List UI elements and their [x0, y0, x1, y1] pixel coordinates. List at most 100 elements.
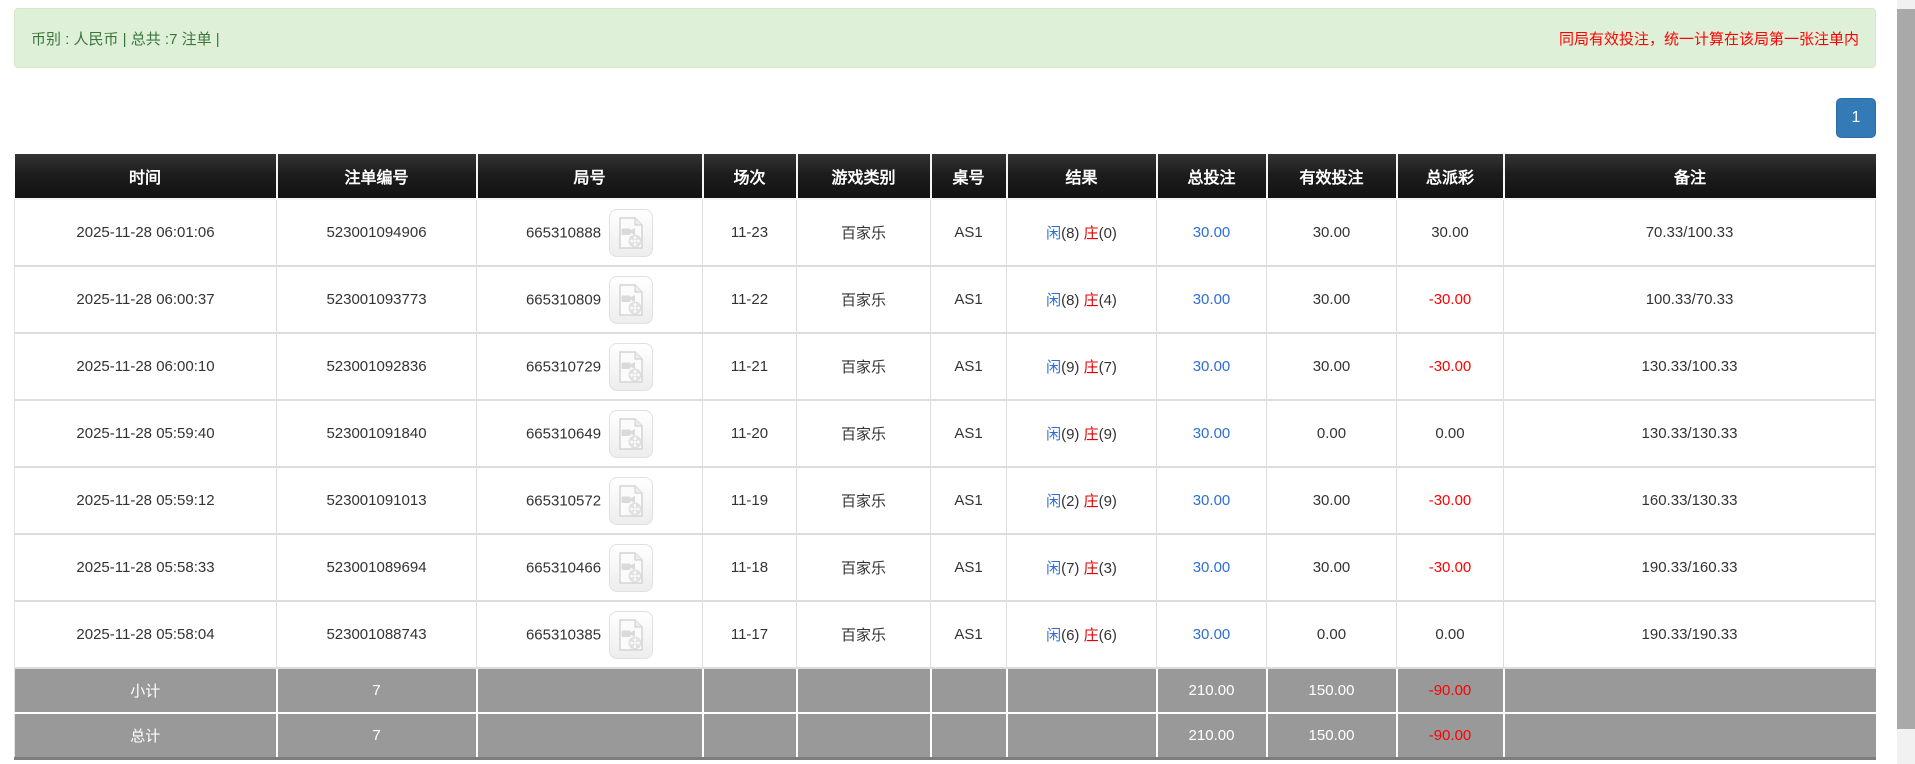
- cell-result: 闲(8) 庄(4): [1007, 266, 1157, 333]
- cell-bet-id: 523001088743: [277, 601, 477, 668]
- cell-payout: -30.00: [1397, 266, 1504, 333]
- cell-payout: -30.00: [1397, 467, 1504, 534]
- cell-total-bet: 30.00: [1157, 400, 1267, 467]
- total-bet-link[interactable]: 30.00: [1193, 358, 1231, 375]
- column-header-session: 场次: [703, 154, 797, 199]
- video-replay-button[interactable]: [609, 611, 653, 659]
- cell-remark: 190.33/190.33: [1504, 601, 1876, 668]
- result-banker-score: (9): [1099, 493, 1117, 510]
- cell-session: 11-18: [703, 534, 797, 601]
- cell-game-type: 百家乐: [797, 400, 931, 467]
- cell-valid-bet: 30.00: [1267, 199, 1397, 266]
- cell-bet-id: 523001089694: [277, 534, 477, 601]
- result-banker-label: 庄: [1084, 292, 1099, 309]
- video-file-icon: [617, 418, 645, 450]
- total-bet-link[interactable]: 30.00: [1193, 492, 1231, 509]
- cell-table-no: AS1: [931, 534, 1007, 601]
- cell-session: 11-19: [703, 467, 797, 534]
- table-row: 2025-11-28 06:00:37523001093773665310809…: [15, 266, 1876, 333]
- total-row-empty: [477, 713, 703, 758]
- cell-payout: 0.00: [1397, 400, 1504, 467]
- column-header-table-no: 桌号: [931, 154, 1007, 199]
- video-file-icon: [617, 284, 645, 316]
- cell-game-type: 百家乐: [797, 266, 931, 333]
- video-replay-button[interactable]: [609, 477, 653, 525]
- cell-bet-id: 523001094906: [277, 199, 477, 266]
- cell-game-type: 百家乐: [797, 601, 931, 668]
- subtotal-row-total-bet: 210.00: [1157, 668, 1267, 713]
- column-header-time: 时间: [15, 154, 277, 199]
- banner-notice-text: 同局有效投注，统一计算在该局第一张注单内: [1559, 28, 1859, 49]
- table-row: 2025-11-28 05:59:12523001091013665310572…: [15, 467, 1876, 534]
- cell-session: 11-17: [703, 601, 797, 668]
- column-header-result: 结果: [1007, 154, 1157, 199]
- result-player-score: (2): [1061, 493, 1084, 510]
- video-replay-button[interactable]: [609, 209, 653, 257]
- cell-result: 闲(9) 庄(9): [1007, 400, 1157, 467]
- table-row: 2025-11-28 06:00:10523001092836665310729…: [15, 333, 1876, 400]
- video-replay-button[interactable]: [609, 410, 653, 458]
- cell-time: 2025-11-28 05:58:33: [15, 534, 277, 601]
- result-player-label: 闲: [1046, 426, 1061, 443]
- result-banker-score: (9): [1099, 426, 1117, 443]
- subtotal-row-payout: -90.00: [1397, 668, 1504, 713]
- result-banker-score: (0): [1099, 225, 1117, 242]
- content-area: 币别 : 人民币 | 总共 :7 注单 | 同局有效投注，统一计算在该局第一张注…: [14, 8, 1876, 760]
- video-replay-button[interactable]: [609, 544, 653, 592]
- video-replay-button[interactable]: [609, 343, 653, 391]
- cell-remark: 160.33/130.33: [1504, 467, 1876, 534]
- table-row: 2025-11-28 05:59:40523001091840665310649…: [15, 400, 1876, 467]
- video-replay-button[interactable]: [609, 276, 653, 324]
- total-row-empty: [1007, 713, 1157, 758]
- round-id-text: 665310888: [526, 224, 601, 241]
- bet-records-page: 币别 : 人民币 | 总共 :7 注单 | 同局有效投注，统一计算在该局第一张注…: [0, 0, 1915, 764]
- total-bet-link[interactable]: 30.00: [1193, 626, 1231, 643]
- total-bet-link[interactable]: 30.00: [1193, 559, 1231, 576]
- cell-payout: -30.00: [1397, 534, 1504, 601]
- cell-valid-bet: 0.00: [1267, 400, 1397, 467]
- cell-valid-bet: 30.00: [1267, 333, 1397, 400]
- total-row-count: 7: [277, 713, 477, 758]
- cell-remark: 70.33/100.33: [1504, 199, 1876, 266]
- result-player-label: 闲: [1046, 493, 1061, 510]
- table-row: 2025-11-28 06:01:06523001094906665310888…: [15, 199, 1876, 266]
- total-bet-link[interactable]: 30.00: [1193, 291, 1231, 308]
- round-id-text: 665310385: [526, 626, 601, 643]
- cell-remark: 130.33/130.33: [1504, 400, 1876, 467]
- cell-payout: 30.00: [1397, 199, 1504, 266]
- round-id-text: 665310649: [526, 425, 601, 442]
- result-player-score: (8): [1061, 292, 1084, 309]
- result-banker-label: 庄: [1084, 560, 1099, 577]
- cell-table-no: AS1: [931, 400, 1007, 467]
- result-player-label: 闲: [1046, 292, 1061, 309]
- column-header-remark: 备注: [1504, 154, 1876, 199]
- result-banker-label: 庄: [1084, 359, 1099, 376]
- result-banker-label: 庄: [1084, 225, 1099, 242]
- scrollbar-thumb[interactable]: [1897, 9, 1915, 729]
- total-bet-link[interactable]: 30.00: [1193, 425, 1231, 442]
- page-button-1[interactable]: 1: [1836, 98, 1876, 138]
- result-player-score: (6): [1061, 627, 1084, 644]
- cell-session: 11-23: [703, 199, 797, 266]
- result-banker-score: (4): [1099, 292, 1117, 309]
- total-row: 总计7210.00150.00-90.00: [15, 713, 1876, 758]
- total-row-empty: [797, 713, 931, 758]
- cell-time: 2025-11-28 06:00:10: [15, 333, 277, 400]
- cell-game-type: 百家乐: [797, 534, 931, 601]
- cell-result: 闲(2) 庄(9): [1007, 467, 1157, 534]
- subtotal-row-count: 7: [277, 668, 477, 713]
- vertical-scrollbar[interactable]: [1897, 0, 1915, 764]
- subtotal-row-empty: [703, 668, 797, 713]
- result-banker-score: (3): [1099, 560, 1117, 577]
- total-bet-link[interactable]: 30.00: [1193, 224, 1231, 241]
- video-file-icon: [617, 217, 645, 249]
- subtotal-row-empty: [931, 668, 1007, 713]
- round-id-text: 665310809: [526, 291, 601, 308]
- cell-session: 11-22: [703, 266, 797, 333]
- round-id-text: 665310466: [526, 559, 601, 576]
- cell-payout: -30.00: [1397, 333, 1504, 400]
- table-row: 2025-11-28 05:58:04523001088743665310385…: [15, 601, 1876, 668]
- cell-total-bet: 30.00: [1157, 266, 1267, 333]
- cell-session: 11-20: [703, 400, 797, 467]
- cell-payout: 0.00: [1397, 601, 1504, 668]
